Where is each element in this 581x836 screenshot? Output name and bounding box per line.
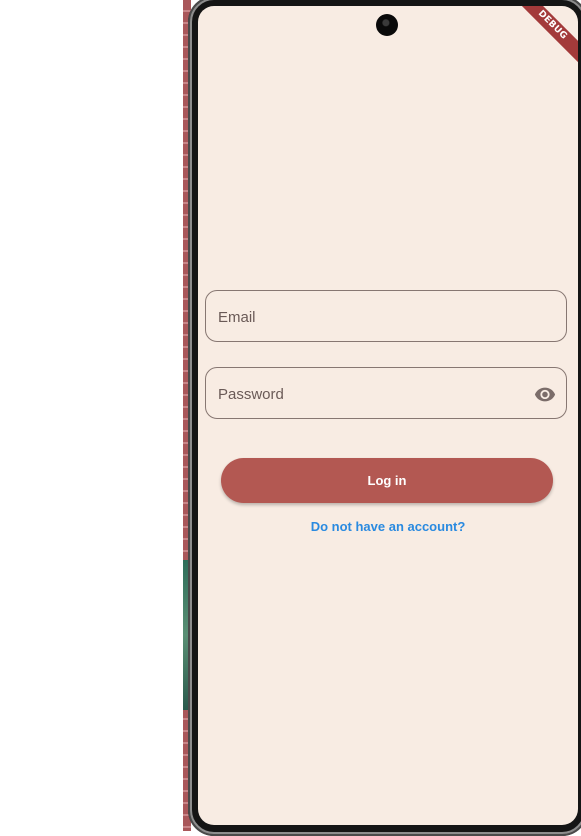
password-field[interactable]: [205, 367, 567, 420]
debug-banner: DEBUG: [504, 6, 578, 74]
signup-link[interactable]: Do not have an account?: [198, 519, 578, 534]
front-camera: [376, 14, 398, 36]
eye-icon[interactable]: [534, 383, 556, 405]
email-field[interactable]: [205, 290, 567, 343]
email-input[interactable]: [216, 291, 530, 343]
app-screen: DEBUG Log in Do not have an account?: [198, 6, 578, 825]
login-button[interactable]: Log in: [221, 458, 553, 503]
password-input[interactable]: [216, 368, 530, 420]
